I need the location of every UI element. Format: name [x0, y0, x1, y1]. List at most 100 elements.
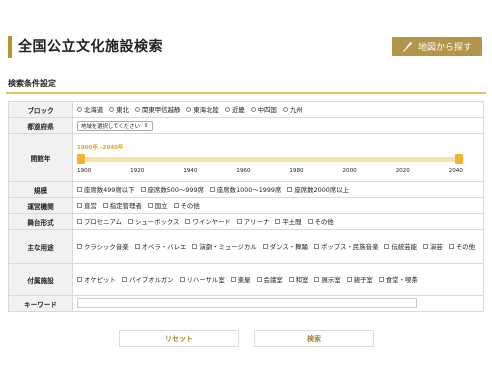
checkbox-option[interactable]: リハーサル室	[179, 275, 225, 284]
search-button[interactable]: 検索	[254, 330, 374, 347]
year-slider-track[interactable]	[81, 156, 459, 162]
checkbox[interactable]	[307, 219, 313, 224]
reset-button[interactable]: リセット	[119, 330, 239, 347]
radio-button[interactable]	[186, 107, 192, 112]
checkbox-option[interactable]: 座席数500〜999席	[140, 185, 204, 194]
year-slider-min-handle[interactable]	[77, 153, 85, 164]
keyword-label: キーワード	[8, 295, 73, 312]
checkbox[interactable]	[384, 244, 390, 249]
checkbox[interactable]	[192, 244, 198, 249]
radio-button[interactable]	[134, 107, 140, 112]
radio-button[interactable]	[282, 107, 288, 112]
checkbox-option[interactable]: 展示室	[314, 275, 341, 284]
checkbox[interactable]	[77, 187, 82, 192]
checkbox-option[interactable]: 平土間	[275, 217, 302, 226]
checkbox[interactable]	[77, 244, 82, 249]
keyword-input[interactable]	[77, 297, 417, 308]
checkbox-option[interactable]: プロセニアム	[77, 217, 122, 226]
checkbox-option[interactable]: 和室	[288, 275, 308, 284]
checkbox-option[interactable]: 座席数2000席以上	[287, 185, 349, 194]
checkbox-option[interactable]: 国立	[147, 201, 168, 210]
option-label: ポップス・民族音楽	[320, 243, 379, 251]
radio-option[interactable]: 九州	[282, 105, 303, 114]
radio-option[interactable]: 東北	[109, 105, 129, 114]
checkbox-option[interactable]: 親子室	[346, 275, 373, 284]
checkbox[interactable]	[121, 277, 127, 282]
radio-option[interactable]: 関東甲信越静	[134, 105, 180, 114]
checkbox-option[interactable]: 楽屋	[230, 275, 251, 284]
section-title: 検索条件設定	[8, 79, 56, 88]
checkbox[interactable]	[262, 244, 268, 249]
option-label: 演芸	[430, 243, 443, 251]
checkbox-option[interactable]: その他	[307, 217, 334, 226]
year-tick-label: 2000	[342, 167, 357, 174]
row-prefecture: 都道府県 地域を選択してください ⇕	[8, 117, 484, 134]
option-label: 座席数2000席以上	[294, 186, 349, 194]
checkbox[interactable]	[77, 277, 82, 282]
checkbox[interactable]	[102, 203, 108, 208]
checkbox[interactable]	[185, 219, 191, 224]
checkbox-option[interactable]: ダンス・舞踊	[262, 242, 308, 251]
checkbox-option[interactable]: 座席数499席以下	[77, 185, 135, 194]
checkbox-option[interactable]: 伝統芸能	[384, 242, 417, 251]
radio-option[interactable]: 中四国	[250, 105, 277, 114]
checkbox-option[interactable]: 演芸	[423, 242, 443, 251]
checkbox[interactable]	[448, 244, 454, 249]
checkbox-option[interactable]: 座席数1000〜1999席	[209, 185, 281, 194]
option-label: プロセニアム	[84, 218, 122, 226]
option-label: オペラ・バレエ	[141, 243, 187, 251]
radio-option[interactable]: 東海北陸	[186, 105, 219, 114]
option-label: その他	[314, 218, 334, 226]
checkbox[interactable]	[314, 277, 320, 282]
row-scale: 規模 座席数499席以下 座席数500〜999席 座席数1000〜1999席 座席数2…	[8, 181, 484, 198]
radio-option[interactable]: 北海道	[77, 105, 103, 114]
checkbox[interactable]	[77, 203, 82, 208]
checkbox-option[interactable]: その他	[173, 201, 200, 210]
checkbox-option[interactable]: その他	[448, 242, 475, 251]
radio-button[interactable]	[109, 107, 115, 112]
checkbox[interactable]	[173, 203, 179, 208]
prefecture-select[interactable]: 地域を選択してください ⇕	[77, 120, 153, 131]
checkbox-option[interactable]: クラシック音楽	[77, 242, 129, 251]
checkbox-option[interactable]: オペラ・バレエ	[134, 242, 187, 251]
checkbox[interactable]	[313, 244, 319, 249]
checkbox[interactable]	[77, 219, 82, 224]
checkbox-option[interactable]: オケピット	[77, 275, 116, 284]
year-tick-label: 1900	[77, 167, 92, 174]
checkbox-option[interactable]: アリーナ	[236, 217, 269, 226]
checkbox-option[interactable]: 食堂・喫茶	[378, 275, 418, 284]
checkbox[interactable]	[423, 244, 429, 249]
year-slider-max-handle[interactable]	[455, 153, 463, 164]
year-slider[interactable]	[77, 153, 463, 164]
checkbox-option[interactable]: 直営	[77, 201, 97, 210]
checkbox[interactable]	[230, 277, 236, 282]
radio-button[interactable]	[224, 107, 230, 112]
checkbox[interactable]	[288, 277, 294, 282]
checkbox[interactable]	[127, 219, 133, 224]
checkbox-option[interactable]: 演劇・ミュージカル	[192, 242, 257, 251]
checkbox[interactable]	[275, 219, 281, 224]
checkbox-option[interactable]: パイプオルガン	[121, 275, 174, 284]
radio-option[interactable]: 近畿	[224, 105, 245, 114]
map-search-button[interactable]: 地図から探す	[392, 37, 482, 56]
checkbox[interactable]	[140, 187, 146, 192]
checkbox[interactable]	[287, 187, 293, 192]
radio-button[interactable]	[77, 107, 82, 112]
checkbox-option[interactable]: ポップス・民族音楽	[313, 242, 379, 251]
checkbox[interactable]	[209, 187, 215, 192]
checkbox-option[interactable]: 指定管理者	[102, 201, 142, 210]
radio-button[interactable]	[250, 107, 256, 112]
checkbox[interactable]	[134, 244, 140, 249]
checkbox-option[interactable]: シューボックス	[127, 217, 179, 226]
checkbox-option[interactable]: 会議室	[256, 275, 283, 284]
checkbox[interactable]	[179, 277, 185, 282]
option-label: 指定管理者	[109, 202, 142, 210]
checkbox[interactable]	[236, 219, 242, 224]
option-label: 東海北陸	[193, 106, 219, 114]
checkbox[interactable]	[256, 277, 262, 282]
checkbox[interactable]	[346, 277, 352, 282]
checkbox[interactable]	[147, 203, 153, 208]
option-label: 直営	[84, 202, 97, 210]
checkbox[interactable]	[378, 277, 384, 282]
checkbox-option[interactable]: ワインヤード	[185, 217, 231, 226]
